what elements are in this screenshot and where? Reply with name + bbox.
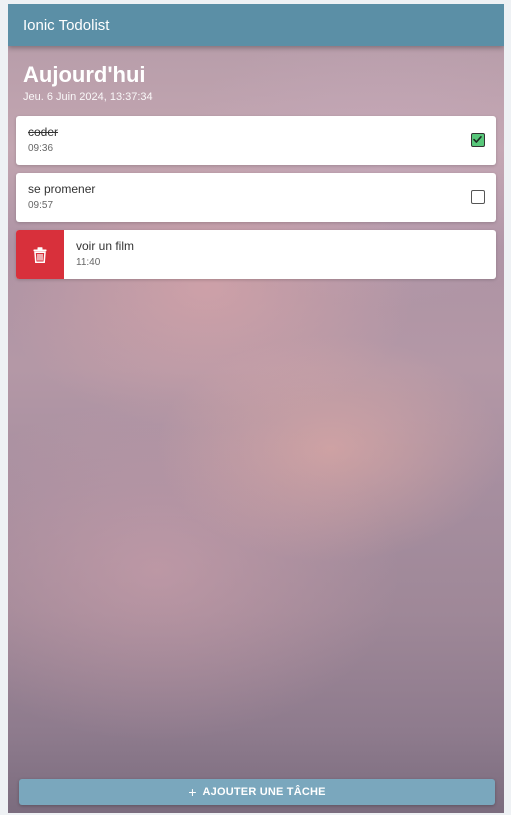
task-content: voir un film 11:40 bbox=[76, 239, 134, 268]
trash-icon bbox=[33, 246, 47, 263]
app-screen: Ionic Todolist Aujourd'hui Jeu. 6 Juin 2… bbox=[8, 4, 504, 813]
current-datetime: Jeu. 6 Juin 2024, 13:37:34 bbox=[23, 91, 153, 103]
plus-icon: + bbox=[188, 784, 197, 800]
task-item-swiped[interactable]: voir un film 11:40 bbox=[16, 230, 496, 279]
task-checkbox[interactable] bbox=[471, 190, 485, 204]
task-content: coder 09:36 bbox=[28, 125, 58, 154]
task-title: voir un film bbox=[76, 239, 135, 253]
add-task-button[interactable]: + AJOUTER UNE TÂCHE bbox=[19, 779, 495, 805]
task-time: 11:40 bbox=[76, 257, 101, 268]
task-time: 09:36 bbox=[28, 143, 54, 154]
app-title: Ionic Todolist bbox=[23, 16, 110, 34]
delete-task-button[interactable] bbox=[16, 230, 64, 279]
day-title: Aujourd'hui bbox=[23, 62, 146, 87]
add-task-label: AJOUTER UNE TÂCHE bbox=[202, 786, 326, 798]
task-item[interactable]: se promener 09:57 bbox=[16, 173, 496, 222]
checkmark-icon bbox=[473, 136, 482, 143]
task-title: se promener bbox=[28, 182, 96, 196]
app-header: Ionic Todolist bbox=[8, 4, 504, 46]
day-heading: Aujourd'hui Jeu. 6 Juin 2024, 13:37:34 bbox=[23, 62, 153, 103]
task-time: 09:57 bbox=[28, 200, 54, 211]
task-title: coder bbox=[28, 125, 59, 139]
task-checkbox[interactable] bbox=[471, 133, 485, 147]
task-content: se promener 09:57 bbox=[28, 182, 95, 211]
task-item[interactable]: coder 09:36 bbox=[16, 116, 496, 165]
